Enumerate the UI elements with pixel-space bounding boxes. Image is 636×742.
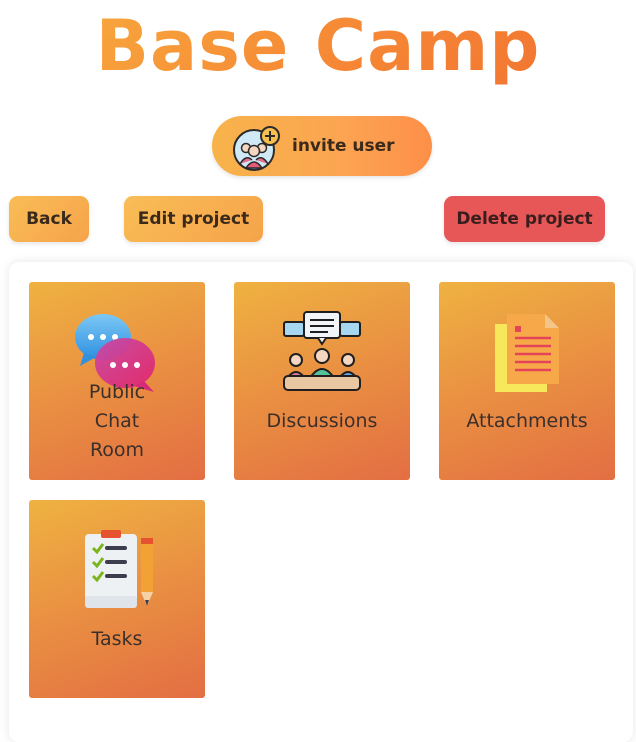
tile-label: Tasks xyxy=(91,628,143,650)
invite-user-icon xyxy=(233,126,280,171)
documents-icon xyxy=(495,314,559,392)
page-title: Base Camp xyxy=(0,2,636,90)
checklist-icon xyxy=(85,530,153,608)
delete-project-button[interactable]: Delete project xyxy=(444,196,605,242)
tile-discussions[interactable]: Discussions xyxy=(234,282,410,480)
invite-user-label: invite user xyxy=(292,136,395,156)
tile-public-chat-room[interactable]: Public Chat Room xyxy=(29,282,205,480)
invite-user-button[interactable]: invite user xyxy=(212,116,432,176)
discussion-meeting-icon xyxy=(283,311,361,391)
tile-label: Discussions xyxy=(266,410,378,432)
tile-attachments[interactable]: Attachments xyxy=(439,282,615,480)
edit-project-button[interactable]: Edit project xyxy=(124,196,263,242)
back-button[interactable]: Back xyxy=(9,196,89,242)
tile-tasks[interactable]: Tasks xyxy=(29,500,205,698)
tile-label: Attachments xyxy=(466,410,588,432)
tile-label: Public Chat Room xyxy=(88,381,146,461)
